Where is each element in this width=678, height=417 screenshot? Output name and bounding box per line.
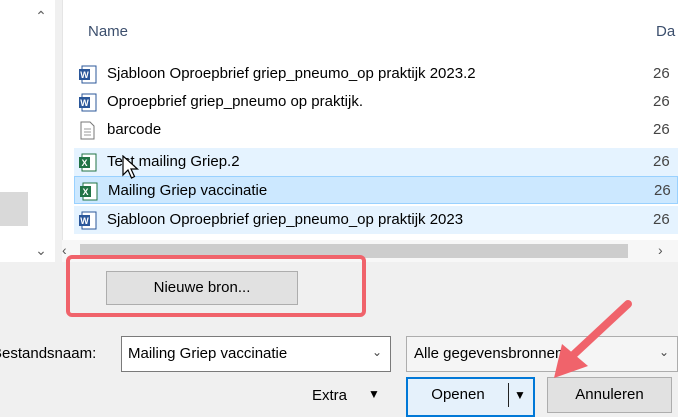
mouse-cursor-icon [122,155,140,179]
filename-input[interactable]: Mailing Griep vaccinatie [128,345,287,362]
scroll-down-icon[interactable]: ⌄ [31,240,51,260]
generic-file-icon [80,121,95,140]
caret-down-icon[interactable]: ▼ [368,387,380,401]
file-row-selected[interactable]: X Mailing Griep vaccinatie 26 [74,176,678,204]
open-split-button[interactable]: Openen ▼ [406,377,535,417]
chevron-down-icon[interactable]: ⌄ [659,345,669,359]
file-row[interactable]: W Oproepbrief griep_pneumo op praktijk. … [74,88,678,116]
file-name: barcode [107,121,162,138]
file-row[interactable]: W Sjabloon Oproepbrief griep_pneumo_op p… [74,60,678,88]
svg-text:W: W [80,216,89,226]
file-name: Mailing Griep vaccinatie [108,182,268,199]
filename-combobox[interactable]: Mailing Griep vaccinatie ⌄ [121,336,391,372]
new-source-button[interactable]: Nieuwe bron... [106,271,298,305]
file-date: 26 [653,65,670,82]
file-date: 26 [654,182,671,199]
file-row[interactable]: barcode 26 [74,116,678,144]
navigation-selected-item[interactable] [0,192,28,226]
svg-text:X: X [81,158,87,168]
navigation-scrollbar[interactable]: ⌃ ⌄ [28,0,55,262]
word-document-icon: W [79,211,97,230]
file-name: Oproepbrief griep_pneumo op praktijk. [107,93,363,110]
file-name: Sjabloon Oproepbrief griep_pneumo_op pra… [107,211,464,228]
file-date: 26 [653,93,670,110]
scroll-right-icon[interactable]: › [658,242,672,258]
open-button[interactable]: Openen [408,379,508,411]
word-document-icon: W [79,65,97,84]
extra-button[interactable]: Extra [312,387,347,404]
split-divider [508,383,509,407]
file-date: 26 [653,121,670,138]
excel-document-icon: X [79,153,97,172]
file-name: Sjabloon Oproepbrief griep_pneumo_op pra… [107,65,476,82]
svg-text:X: X [82,187,88,197]
caret-down-icon[interactable]: ▼ [511,379,529,411]
svg-text:W: W [80,70,89,80]
scroll-up-icon[interactable]: ⌃ [31,6,51,26]
file-date: 26 [653,153,670,170]
excel-document-icon: X [80,182,98,201]
column-header-name[interactable]: Name [88,23,128,40]
file-row[interactable]: W Sjabloon Oproepbrief griep_pneumo_op p… [74,206,678,234]
file-row[interactable]: X Test mailing Griep.2 26 [74,148,678,176]
chevron-down-icon[interactable]: ⌄ [372,345,382,359]
word-document-icon: W [79,93,97,112]
annotation-arrow-icon [554,300,632,378]
column-header-date[interactable]: Da [656,23,675,40]
svg-text:W: W [80,98,89,108]
filename-label: Bestandsnaam: [0,345,97,362]
file-date: 26 [653,211,670,228]
